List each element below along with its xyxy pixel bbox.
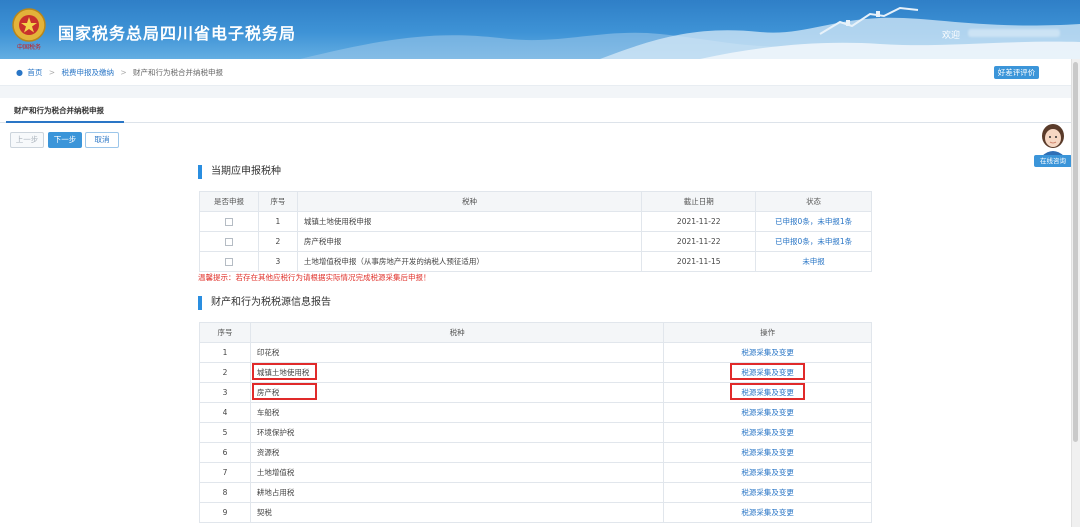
collect-change-link[interactable]: 税源采集及变更 xyxy=(663,402,872,423)
row-no: 2 xyxy=(257,231,298,252)
row-deadline: 2021-11-22 xyxy=(641,231,757,252)
prev-step-button[interactable]: 上一步 xyxy=(10,132,44,148)
table-row: 4 车船税 税源采集及变更 xyxy=(199,402,872,423)
row-no: 4 xyxy=(199,402,251,423)
scrollbar-thumb[interactable] xyxy=(1073,62,1078,442)
row-tax: 印花税 xyxy=(249,342,665,363)
header-banner: 中国税务 国家税务总局四川省电子税务局 欢迎 xyxy=(0,0,1080,59)
table-row: 9 契税 税源采集及变更 xyxy=(199,502,872,523)
row-no: 8 xyxy=(199,482,251,503)
declare-checkbox[interactable] xyxy=(224,258,233,266)
row-tax: 耕地占用税 xyxy=(249,482,665,503)
col-tax: 税种 xyxy=(249,322,665,343)
collect-change-link[interactable]: 税源采集及变更 xyxy=(663,482,872,503)
row-deadline: 2021-11-15 xyxy=(641,251,757,272)
table-row: 1 城镇土地使用税申报 2021-11-22 已申报0条，未申报1条 xyxy=(199,211,872,232)
breadcrumb-home[interactable]: 首页 xyxy=(27,68,42,77)
table-header-row: 序号 税种 操作 xyxy=(199,322,872,343)
row-status-link[interactable]: 已申报0条，未申报1条 xyxy=(755,231,872,252)
row-tax: 契税 xyxy=(249,502,665,523)
declare-checkbox[interactable] xyxy=(224,238,233,246)
warning-tip: 温馨提示：若存在其他应税行为请根据实际情况完成税源采集后申报！ xyxy=(198,273,431,282)
col-deadline: 截止日期 xyxy=(641,191,757,212)
highlight-box-property-tax xyxy=(252,383,317,400)
breadcrumb-tax-filing[interactable]: 税费申报及缴纳 xyxy=(61,68,114,77)
row-no: 1 xyxy=(199,342,251,363)
row-tax: 环境保护税 xyxy=(249,422,665,443)
row-tax: 车船税 xyxy=(249,402,665,423)
table-row: 2 房产税申报 2021-11-22 已申报0条，未申报1条 xyxy=(199,231,872,252)
online-consult-button[interactable]: 在线咨询 xyxy=(1034,155,1072,167)
collect-change-link[interactable]: 税源采集及变更 xyxy=(663,502,872,523)
row-no: 9 xyxy=(199,502,251,523)
next-step-button[interactable]: 下一步 xyxy=(48,132,82,148)
row-tax: 城镇土地使用税申报 xyxy=(296,211,643,232)
breadcrumb-bar: ● 首页 > 税费申报及缴纳 > 财产和行为税合并纳税申报 xyxy=(0,59,1080,86)
site-title: 国家税务总局四川省电子税务局 xyxy=(58,24,297,43)
section-current-taxes-title: 当期应申报税种 xyxy=(198,165,281,179)
table-row: 1 印花税 税源采集及变更 xyxy=(199,342,872,363)
row-tax: 房产税申报 xyxy=(296,231,643,252)
table-row: 5 环境保护税 税源采集及变更 xyxy=(199,422,872,443)
gap xyxy=(0,86,1080,98)
row-no: 7 xyxy=(199,462,251,483)
row-tax: 资源税 xyxy=(249,442,665,463)
collect-change-link[interactable]: 税源采集及变更 xyxy=(663,422,872,443)
row-no: 5 xyxy=(199,422,251,443)
col-declare: 是否申报 xyxy=(199,191,259,212)
declare-checkbox[interactable] xyxy=(224,218,233,226)
highlight-box-land-tax xyxy=(252,363,317,380)
table-row: 8 耕地占用税 税源采集及变更 xyxy=(199,482,872,503)
breadcrumb-separator: > xyxy=(48,68,56,77)
row-no: 2 xyxy=(199,362,251,383)
location-pin-icon: ● xyxy=(16,68,23,77)
col-tax: 税种 xyxy=(296,191,643,212)
highlight-box-property-tax-action xyxy=(730,383,805,400)
table-row: 7 土地增值税 税源采集及变更 xyxy=(199,462,872,483)
breadcrumb-current: 财产和行为税合并纳税申报 xyxy=(133,68,224,77)
col-no: 序号 xyxy=(199,322,251,343)
tax-source-table: 序号 税种 操作 1 印花税 税源采集及变更 2 城镇土地使用税 税源采集及变更 3 房产… xyxy=(199,322,872,523)
current-taxes-table: 是否申报 序号 税种 截止日期 状态 1 城镇土地使用税申报 2021-11-2… xyxy=(199,191,872,272)
breadcrumb: ● 首页 > 税费申报及缴纳 > 财产和行为税合并纳税申报 xyxy=(16,67,223,78)
row-tax: 土地增值税 xyxy=(249,462,665,483)
row-no: 3 xyxy=(257,251,298,272)
collect-change-link[interactable]: 税源采集及变更 xyxy=(663,442,872,463)
row-no: 1 xyxy=(257,211,298,232)
row-no: 3 xyxy=(199,382,251,403)
row-deadline: 2021-11-22 xyxy=(641,211,757,232)
section-tax-source-title: 财产和行为税税源信息报告 xyxy=(198,296,331,310)
row-status-link[interactable]: 已申报0条，未申报1条 xyxy=(755,211,872,232)
row-no: 6 xyxy=(199,442,251,463)
row-status-link[interactable]: 未申报 xyxy=(755,251,872,272)
breadcrumb-separator: > xyxy=(120,68,127,77)
active-tab-indicator xyxy=(6,121,124,123)
tab-bar: 财产和行为税合并纳税申报 xyxy=(0,98,1080,123)
tab-combined-filing[interactable]: 财产和行为税合并纳税申报 xyxy=(14,105,104,116)
user-name-redacted xyxy=(968,29,1060,37)
col-status: 状态 xyxy=(755,191,872,212)
col-no: 序号 xyxy=(257,191,298,212)
row-tax: 土地增值税申报（从事房地产开发的纳税人预征适用） xyxy=(296,251,643,272)
col-action: 操作 xyxy=(663,322,872,343)
collect-change-link[interactable]: 税源采集及变更 xyxy=(663,342,872,363)
collect-change-link[interactable]: 税源采集及变更 xyxy=(663,462,872,483)
evaluation-button[interactable]: 好差评评价 xyxy=(994,66,1039,79)
table-row: 3 土地增值税申报（从事房地产开发的纳税人预征适用） 2021-11-15 未申… xyxy=(199,251,872,272)
cancel-button[interactable]: 取消 xyxy=(85,132,119,148)
table-header-row: 是否申报 序号 税种 截止日期 状态 xyxy=(199,191,872,212)
table-row: 6 资源税 税源采集及变更 xyxy=(199,442,872,463)
tax-emblem-icon xyxy=(12,8,46,42)
emblem-caption: 中国税务 xyxy=(16,44,41,51)
welcome-text: 欢迎 xyxy=(942,31,961,41)
highlight-box-land-tax-action xyxy=(730,363,805,380)
